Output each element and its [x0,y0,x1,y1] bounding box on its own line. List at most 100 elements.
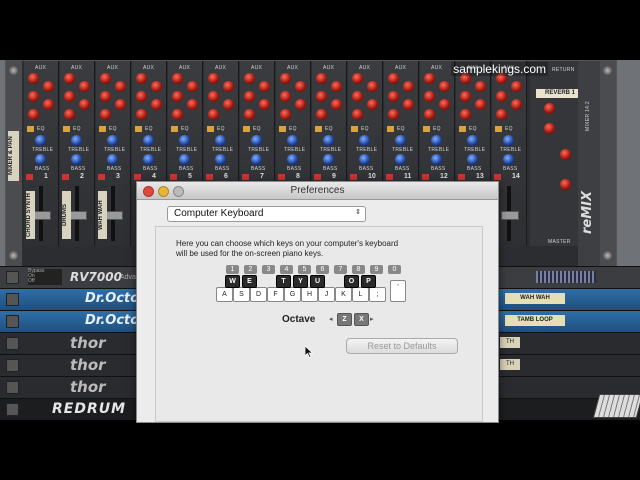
eq-button[interactable] [63,126,70,132]
aux-knob[interactable] [43,99,54,110]
mute-button[interactable] [314,174,321,180]
octave-up-arrow-icon[interactable]: ▸ [370,315,374,323]
fader-handle[interactable] [501,211,519,220]
aux-knob[interactable] [208,91,219,102]
aux-knob[interactable] [259,99,270,110]
eq-button[interactable] [243,126,250,132]
aux-knob[interactable] [64,91,75,102]
number-key[interactable]: 1 [226,265,239,274]
treble-knob[interactable] [179,135,190,146]
mute-button[interactable] [170,174,177,180]
fold-arrow-icon[interactable] [6,359,19,372]
aux-knob[interactable] [28,91,39,102]
black-key[interactable]: P [361,275,376,288]
treble-knob[interactable] [143,135,154,146]
mute-button[interactable] [242,174,249,180]
aux-knob[interactable] [64,109,75,120]
eq-button[interactable] [207,126,214,132]
mute-button[interactable] [134,174,141,180]
black-key[interactable]: T [276,275,291,288]
white-key[interactable]: H [301,287,318,302]
aux-knob[interactable] [172,73,183,84]
aux-knob[interactable] [424,91,435,102]
aux-knob[interactable] [28,73,39,84]
white-key[interactable]: K [335,287,352,302]
fader-handle[interactable] [69,211,87,220]
bypass-switch[interactable]: Bypass On Off [28,269,62,285]
bass-knob[interactable] [107,154,118,165]
aux-knob[interactable] [295,99,306,110]
mute-button[interactable] [458,174,465,180]
aux-knob[interactable] [187,81,198,92]
number-key[interactable]: 7 [334,265,347,274]
eq-button[interactable] [423,126,430,132]
aux-knob[interactable] [28,109,39,120]
black-key[interactable]: O [344,275,359,288]
dialog-titlebar[interactable]: Preferences [137,182,498,200]
aux-knob[interactable] [367,99,378,110]
white-key[interactable]: A [216,287,233,302]
mute-button[interactable] [386,174,393,180]
aux-knob[interactable] [496,109,507,120]
aux-knob[interactable] [424,73,435,84]
aux-knob[interactable] [331,81,342,92]
reset-to-defaults-button[interactable]: Reset to Defaults [346,338,458,354]
aux-knob[interactable] [403,99,414,110]
aux-knob[interactable] [208,109,219,120]
eq-button[interactable] [495,126,502,132]
aux-knob[interactable] [244,109,255,120]
aux-knob[interactable] [403,81,414,92]
fold-arrow-icon[interactable] [6,337,19,350]
aux-knob[interactable] [280,91,291,102]
bass-knob[interactable] [395,154,406,165]
white-key[interactable]: G [284,287,301,302]
bass-knob[interactable] [71,154,82,165]
aux-knob[interactable] [388,91,399,102]
aux-knob[interactable] [64,73,75,84]
white-key[interactable]: S [233,287,250,302]
aux-knob[interactable] [100,73,111,84]
bass-knob[interactable] [467,154,478,165]
treble-knob[interactable] [107,135,118,146]
fold-arrow-icon[interactable] [6,315,19,328]
mute-button[interactable] [98,174,105,180]
aux-knob[interactable] [316,109,327,120]
aux-knob[interactable] [280,73,291,84]
black-key[interactable]: U [310,275,325,288]
eq-button[interactable] [99,126,106,132]
aux-knob[interactable] [43,81,54,92]
aux-knob[interactable] [223,99,234,110]
black-key[interactable]: Y [293,275,308,288]
aux-knob[interactable] [151,81,162,92]
bass-knob[interactable] [287,154,298,165]
treble-knob[interactable] [467,135,478,146]
fader-handle[interactable] [105,211,123,220]
aux-knob[interactable] [295,81,306,92]
aux-knob[interactable] [100,91,111,102]
aux-knob[interactable] [259,81,270,92]
bass-knob[interactable] [35,154,46,165]
treble-knob[interactable] [359,135,370,146]
bass-knob[interactable] [179,154,190,165]
aux-knob[interactable] [352,73,363,84]
white-key[interactable]: F [267,287,284,302]
aux-knob[interactable] [172,109,183,120]
mute-button[interactable] [422,174,429,180]
fold-arrow-icon[interactable] [6,403,19,416]
aux-knob[interactable] [439,81,450,92]
number-key[interactable]: 3 [262,265,275,274]
treble-knob[interactable] [71,135,82,146]
aux-knob[interactable] [439,99,450,110]
octave-down-arrow-icon[interactable]: ◂ [329,315,333,323]
fader-handle[interactable] [33,211,51,220]
number-key[interactable]: 4 [280,265,293,274]
number-key[interactable]: 6 [316,265,329,274]
aux-knob[interactable] [79,99,90,110]
treble-knob[interactable] [395,135,406,146]
white-key[interactable]: ' [390,280,406,302]
aux-knob[interactable] [136,73,147,84]
aux-knob[interactable] [460,109,471,120]
aux-knob[interactable] [316,91,327,102]
aux-knob[interactable] [388,73,399,84]
aux-knob[interactable] [100,109,111,120]
